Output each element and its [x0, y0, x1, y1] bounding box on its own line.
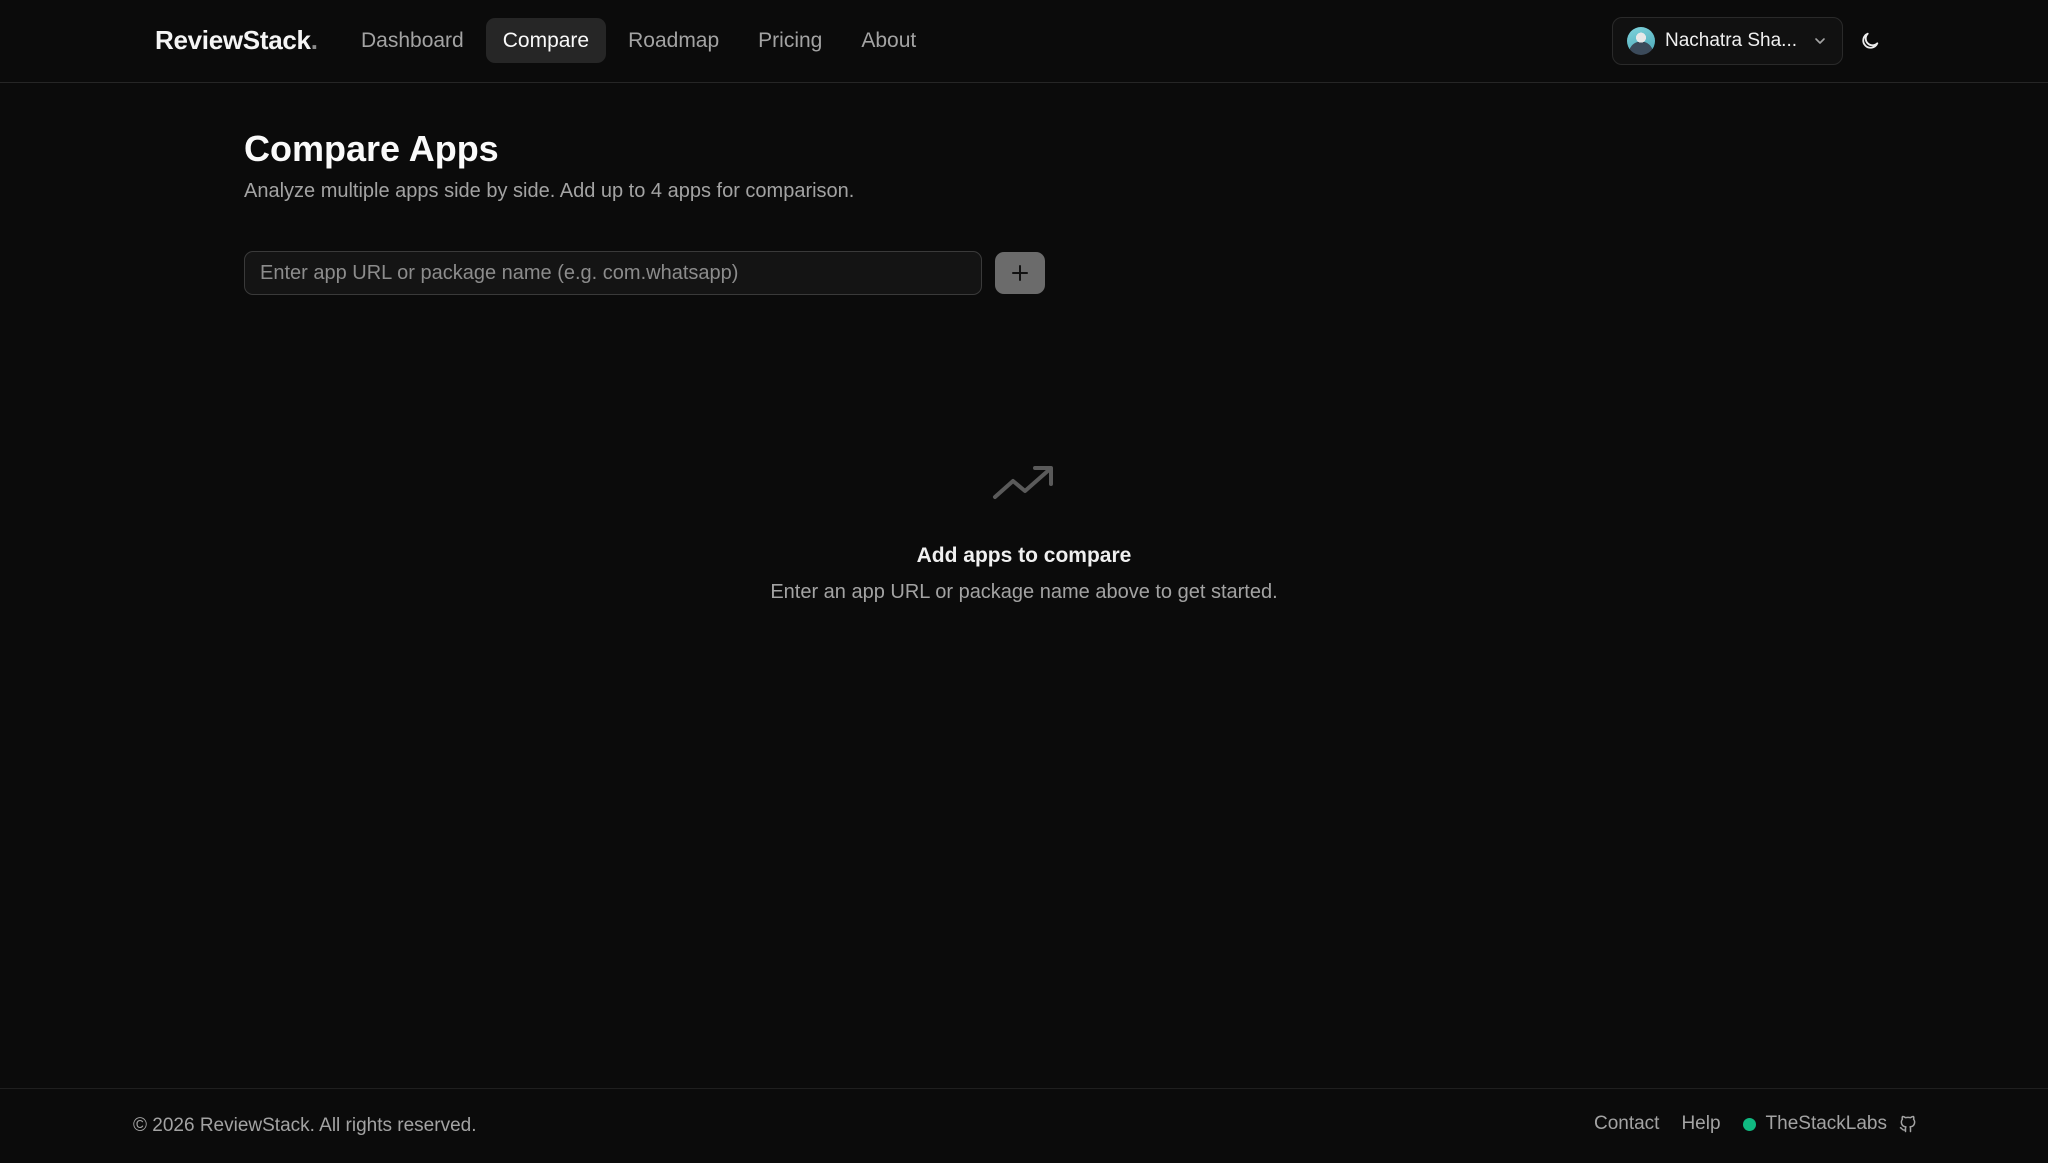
nav-item-pricing[interactable]: Pricing — [741, 18, 839, 63]
plus-icon — [1012, 265, 1028, 281]
moon-icon — [1862, 32, 1879, 49]
status-dot — [1742, 1117, 1756, 1131]
nav-item-dashboard[interactable]: Dashboard — [344, 18, 481, 63]
nav-item-compare[interactable]: Compare — [485, 18, 607, 63]
footer-link-contact[interactable]: Contact — [1594, 1113, 1659, 1135]
main-nav: Dashboard Compare Roadmap Pricing About — [344, 18, 938, 63]
page-title: Compare Apps — [244, 128, 499, 169]
user-name: Nachatra Sha... — [1665, 30, 1798, 51]
logo-text: ReviewStack — [155, 25, 311, 55]
chevron-down-icon — [1815, 38, 1825, 44]
trending-up-icon — [993, 466, 1053, 499]
add-app-button[interactable] — [995, 252, 1045, 294]
empty-state-title: Add apps to compare — [916, 544, 1132, 567]
copyright-text: © 2026 ReviewStack. All rights reserved. — [133, 1115, 477, 1136]
logo-dot: . — [310, 25, 318, 55]
footer-links: Contact Help TheStackLabs — [1572, 1113, 1918, 1135]
logo[interactable]: ReviewStack. — [155, 25, 318, 56]
github-icon[interactable] — [1898, 1114, 1918, 1134]
footer-link-thestacklabs[interactable]: TheStackLabs — [1766, 1113, 1887, 1135]
empty-state-subtitle: Enter an app URL or package name above t… — [770, 581, 1278, 603]
page: ReviewStack. Dashboard Compare Roadmap P… — [0, 0, 2048, 1163]
top-nav-bar: ReviewStack. Dashboard Compare Roadmap P… — [0, 0, 2048, 83]
footer-link-help[interactable]: Help — [1681, 1113, 1720, 1135]
app-url-input[interactable] — [244, 251, 982, 295]
user-menu-button[interactable]: Nachatra Sha... — [1612, 17, 1843, 65]
avatar — [1627, 27, 1655, 55]
theme-toggle-button[interactable] — [1855, 26, 1885, 56]
nav-item-roadmap[interactable]: Roadmap — [611, 18, 736, 63]
page-subtitle: Analyze multiple apps side by side. Add … — [244, 180, 855, 202]
nav-item-about[interactable]: About — [844, 18, 933, 63]
footer: © 2026 ReviewStack. All rights reserved.… — [0, 1088, 2048, 1163]
